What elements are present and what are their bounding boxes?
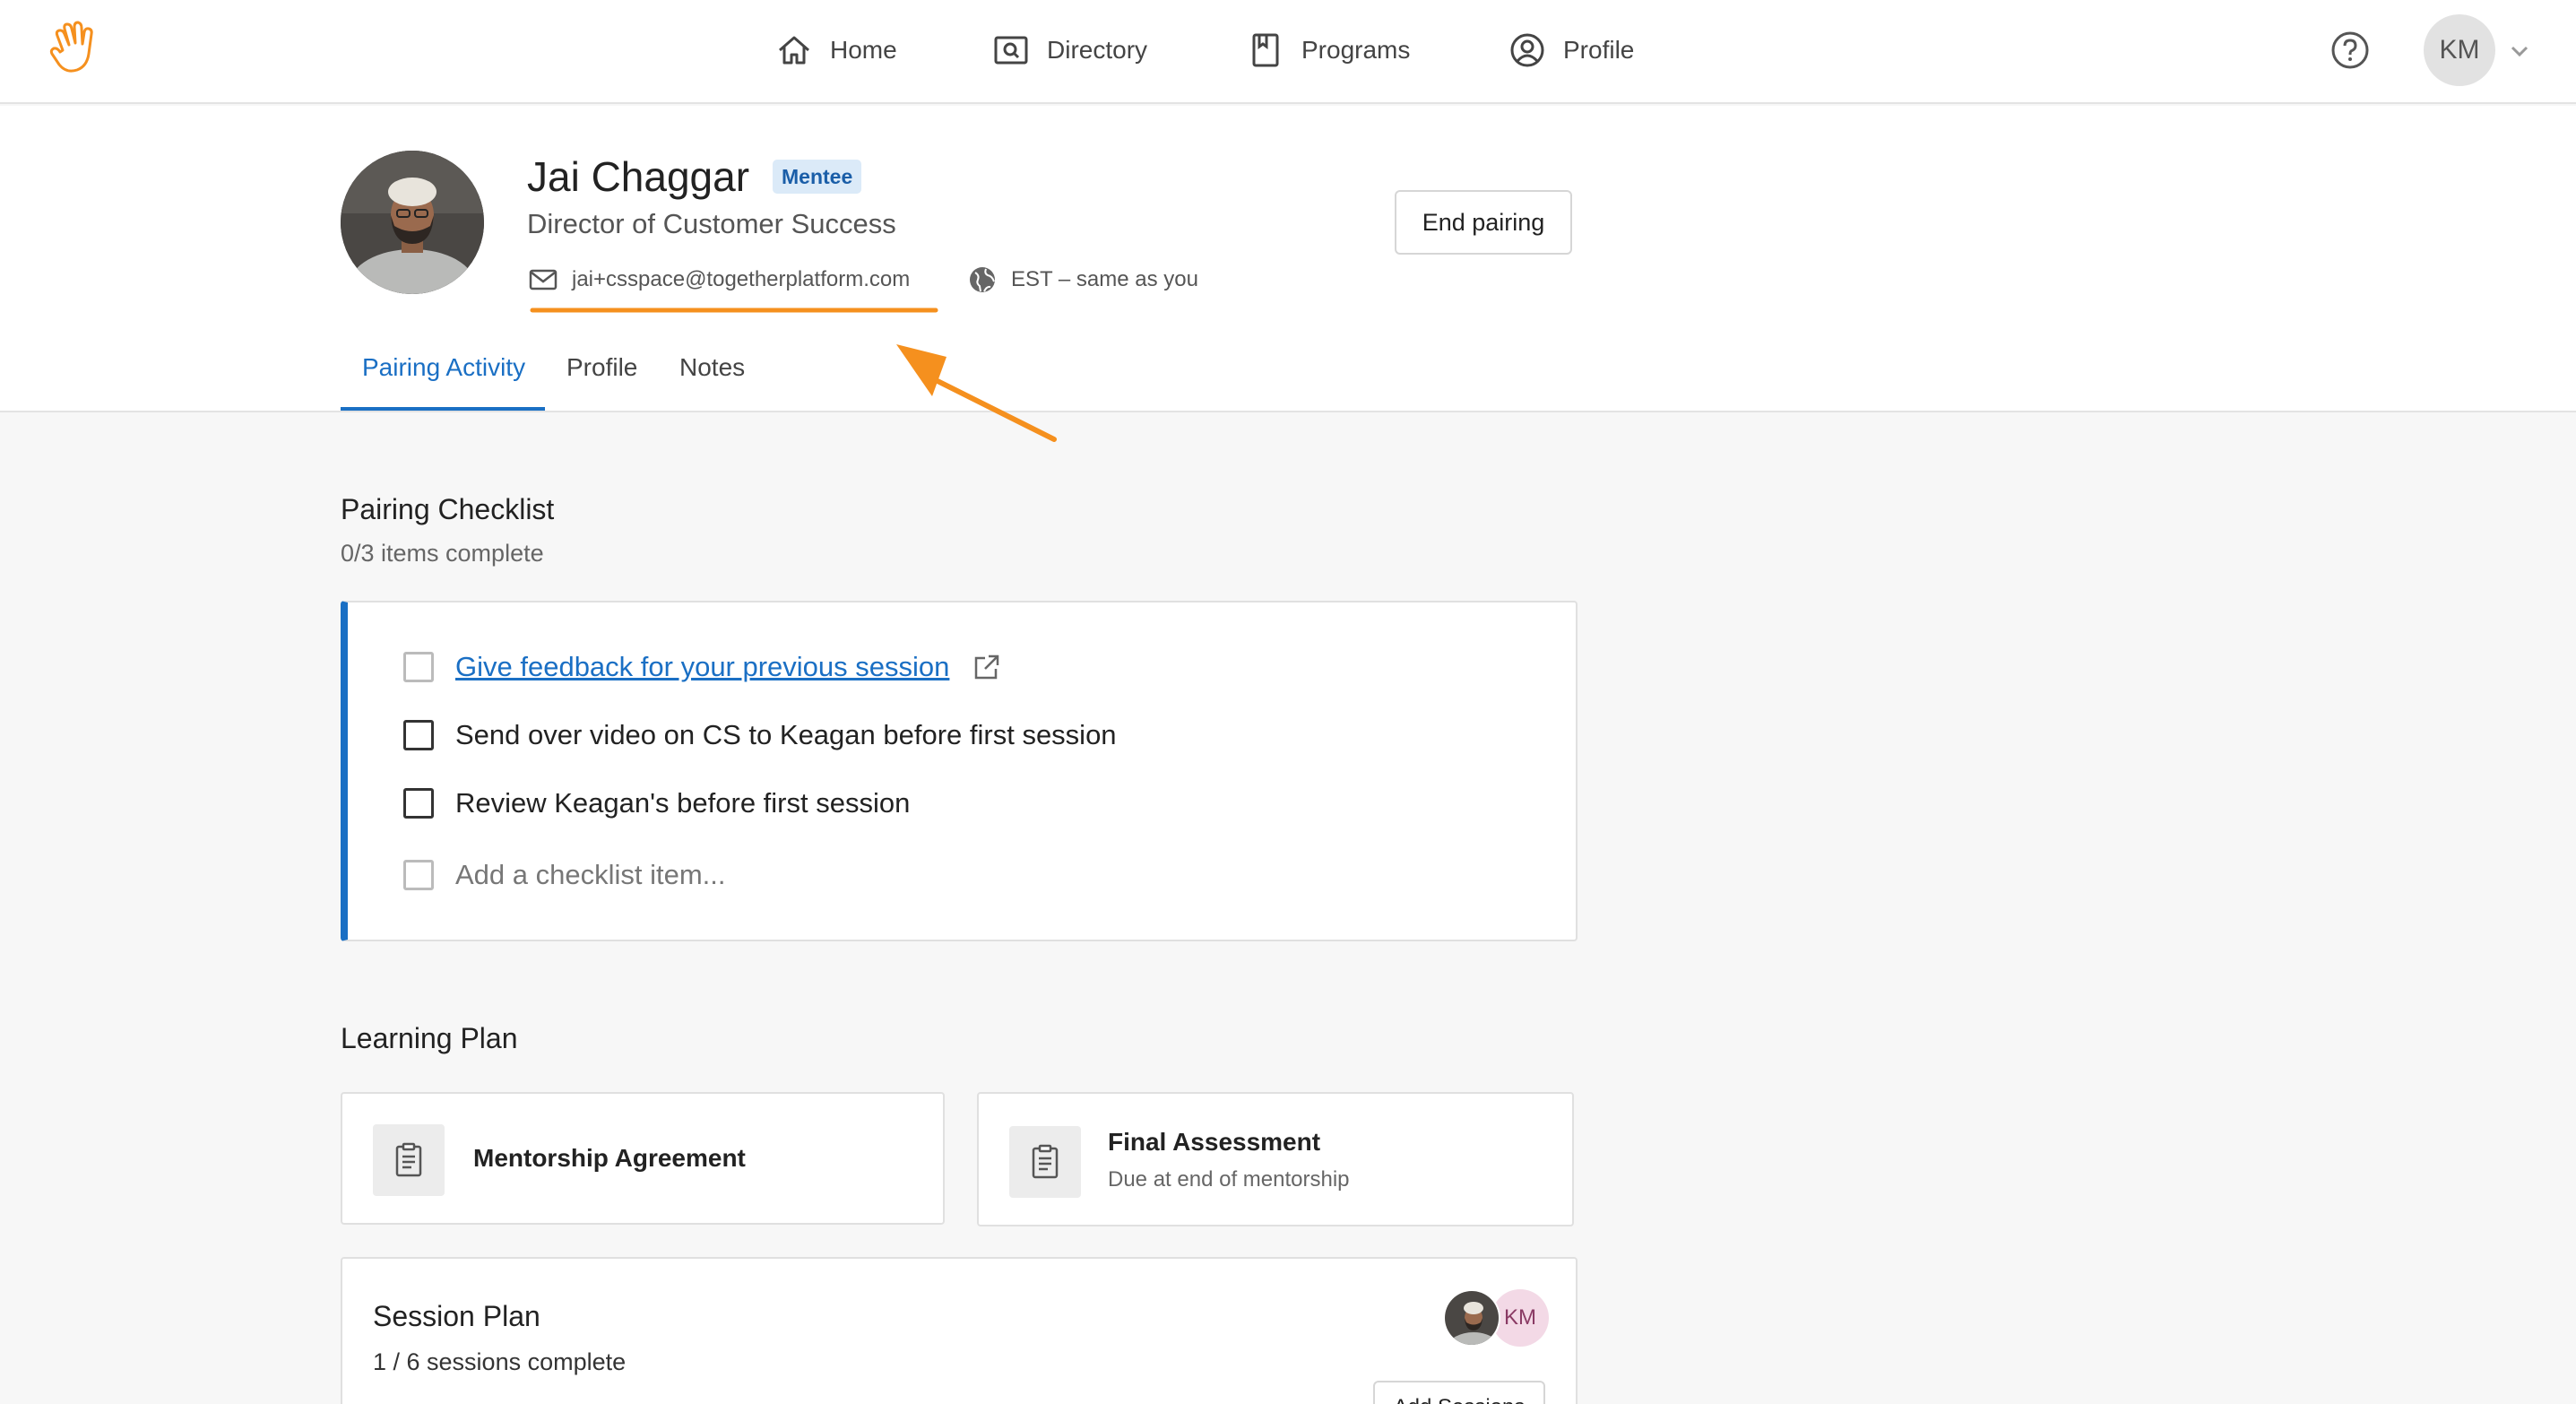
- end-pairing-button[interactable]: End pairing: [1395, 190, 1572, 255]
- clipboard-icon: [395, 1142, 422, 1177]
- card-title: Final Assessment: [1108, 1128, 1321, 1156]
- card-icon-box: [373, 1124, 445, 1196]
- email-address[interactable]: jai+csspace@togetherplatform.com: [572, 267, 910, 292]
- add-sessions-button[interactable]: Add Sessions: [1373, 1381, 1545, 1404]
- profile-icon: [1510, 33, 1544, 67]
- nav-profile[interactable]: Profile: [1508, 27, 1634, 74]
- session-plan-card: Session Plan 1 / 6 sessions complete KM …: [341, 1257, 1578, 1404]
- final-assessment-card[interactable]: Final Assessment Due at end of mentorshi…: [977, 1092, 1574, 1226]
- checklist-item[interactable]: Send over video on CS to Keagan before f…: [403, 719, 1117, 751]
- checkbox[interactable]: [403, 720, 434, 750]
- checkbox[interactable]: [403, 788, 434, 819]
- feedback-link[interactable]: Give feedback for your previous session: [455, 651, 949, 683]
- timezone-row: EST – same as you: [966, 264, 1198, 296]
- nav-home-label: Home: [830, 36, 897, 64]
- card-subtitle: Due at end of mentorship: [1108, 1167, 1350, 1192]
- checklist-title: Pairing Checklist: [341, 493, 555, 525]
- nav-programs-label: Programs: [1301, 36, 1411, 64]
- mentee-photo-icon: [1445, 1291, 1499, 1345]
- checklist-item-label: Review Keagan's before first session: [455, 787, 911, 819]
- card-title: Mentorship Agreement: [473, 1144, 746, 1172]
- user-avatar[interactable]: KM: [2424, 14, 2495, 86]
- checkbox: [403, 860, 434, 890]
- pairing-checklist: Give feedback for your previous session …: [341, 601, 1578, 941]
- learning-plan-title: Learning Plan: [341, 1022, 518, 1054]
- checklist-item[interactable]: Review Keagan's before first session: [403, 787, 910, 819]
- waving-hand-logo-icon[interactable]: [45, 20, 102, 77]
- chevron-down-icon[interactable]: [2506, 38, 2533, 65]
- nav-home[interactable]: Home: [774, 27, 897, 74]
- nav-profile-label: Profile: [1563, 36, 1635, 64]
- clipboard-icon: [1032, 1144, 1059, 1179]
- nav-programs[interactable]: Programs: [1246, 27, 1410, 74]
- nav-directory-label: Directory: [1047, 36, 1148, 64]
- tab-pairing-activity[interactable]: Pairing Activity: [362, 353, 525, 382]
- session-plan-title: Session Plan: [373, 1300, 540, 1332]
- timezone-text: EST – same as you: [1011, 267, 1198, 291]
- mentee-title: Director of Customer Success: [527, 208, 896, 239]
- mentee-avatar: [341, 151, 484, 294]
- checkbox[interactable]: [403, 652, 434, 682]
- mail-icon: [529, 269, 558, 290]
- checklist-progress: 0/3 items complete: [341, 540, 544, 567]
- profile-header: Jai Chaggar Mentee Director of Customer …: [0, 106, 2576, 412]
- mentee-photo-icon: [341, 151, 484, 294]
- email-row[interactable]: jai+csspace@togetherplatform.com: [527, 264, 910, 296]
- tab-notes[interactable]: Notes: [679, 353, 745, 382]
- active-tab-indicator: [341, 407, 545, 411]
- role-badge: Mentee: [773, 160, 862, 194]
- participant-initials: KM: [1504, 1305, 1536, 1330]
- mentee-name: Jai Chaggar: [527, 153, 750, 200]
- top-navigation: Home Directory Programs Profile KM: [0, 0, 2576, 104]
- participant-avatar-mentee: [1443, 1289, 1500, 1347]
- tab-profile[interactable]: Profile: [566, 353, 637, 382]
- home-icon: [779, 36, 809, 65]
- globe-icon: [970, 267, 995, 292]
- directory-icon: [994, 36, 1028, 65]
- programs-icon: [1252, 33, 1279, 67]
- session-progress: 1 / 6 sessions complete: [373, 1348, 627, 1375]
- user-initials: KM: [2439, 35, 2480, 65]
- card-icon-box: [1009, 1126, 1081, 1198]
- add-checklist-item-input[interactable]: Add a checklist item...: [403, 859, 726, 891]
- mentorship-agreement-card[interactable]: Mentorship Agreement: [341, 1092, 945, 1225]
- checklist-item-label: Send over video on CS to Keagan before f…: [455, 719, 1117, 750]
- external-link-icon[interactable]: [971, 651, 1003, 683]
- help-icon[interactable]: [2329, 29, 2372, 72]
- checklist-item[interactable]: Give feedback for your previous session: [403, 651, 1003, 683]
- nav-directory[interactable]: Directory: [991, 27, 1147, 74]
- add-checklist-placeholder[interactable]: Add a checklist item...: [455, 859, 726, 891]
